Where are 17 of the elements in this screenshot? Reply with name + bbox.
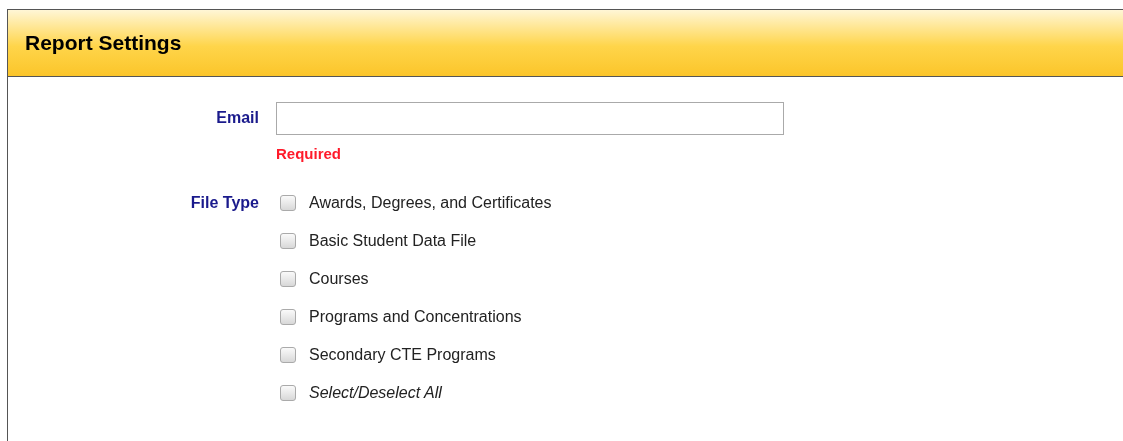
checkbox-label[interactable]: Select/Deselect All [309,381,442,405]
file-type-label: File Type [189,192,259,213]
checkbox[interactable] [280,195,296,211]
required-error: Required [276,144,342,164]
checkbox[interactable] [280,271,296,287]
checkbox-label[interactable]: Courses [309,267,369,291]
checkbox[interactable] [280,385,296,401]
checkbox-label[interactable]: Programs and Concentrations [309,305,522,329]
checkbox-label[interactable]: Secondary CTE Programs [309,343,496,367]
email-field[interactable] [276,102,784,135]
checkbox[interactable] [280,309,296,325]
panel-title: Report Settings [25,30,182,57]
checkbox-label[interactable]: Basic Student Data File [309,229,477,253]
checkbox-label[interactable]: Awards, Degrees, and Certificates [309,191,552,215]
email-label: Email [215,108,259,128]
checkbox[interactable] [280,233,296,249]
checkbox[interactable] [280,347,296,363]
